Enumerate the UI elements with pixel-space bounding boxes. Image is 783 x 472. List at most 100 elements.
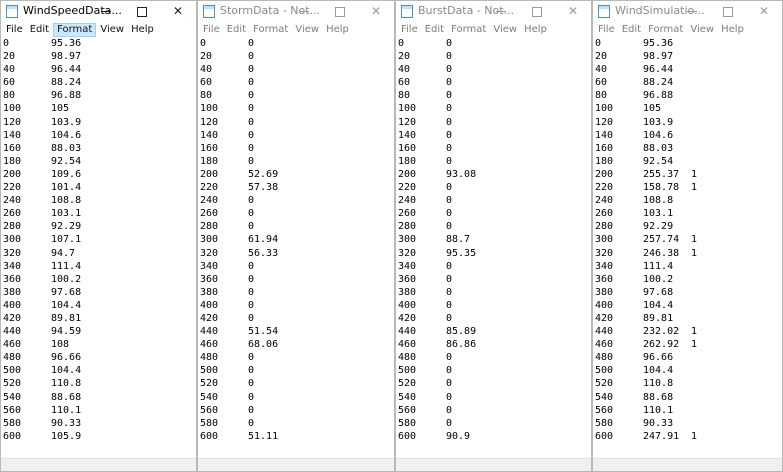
cell-col-3: 1: [691, 326, 698, 338]
cell-col-2: 0: [248, 299, 255, 311]
cell-col-1: 540: [595, 391, 614, 403]
text-area[interactable]: 0 95.36 20 98.97 40 96.44 60 88.24 80 96.88 100 105…: [3, 37, 194, 457]
cell-col-2: 0: [248, 273, 255, 285]
cell-col-2: 95.35: [446, 247, 477, 259]
text-line: 240 0: [200, 194, 392, 207]
menu-help[interactable]: Help: [718, 23, 747, 37]
text-line: 140 0: [200, 129, 392, 142]
cell-col-2: 111.4: [51, 260, 82, 272]
title-bar[interactable]: BurstData - Not... ✕: [396, 1, 591, 22]
text-line: 240 0: [398, 194, 589, 207]
cell-col-1: 40: [200, 64, 213, 76]
text-line: 80 0: [200, 89, 392, 102]
cell-col-2: 0: [446, 90, 453, 102]
close-button[interactable]: ✕: [555, 1, 591, 22]
cell-col-1: 500: [595, 365, 614, 377]
cell-col-2: 108.8: [643, 195, 674, 207]
cell-col-2: 0: [248, 404, 255, 416]
text-line: 420 89.81: [595, 312, 780, 325]
text-area[interactable]: 0 0 20 0 40 0 60 0 80 0 100 0 120 0 140 0 160 0 180 0 200 52.…: [200, 37, 392, 457]
menu-edit[interactable]: Edit: [224, 23, 249, 37]
cell-col-1: 420: [595, 312, 614, 324]
cell-col-1: 300: [398, 234, 417, 246]
cell-col-1: 160: [200, 142, 219, 154]
maximize-button[interactable]: [124, 1, 160, 22]
horizontal-scrollbar[interactable]: [593, 458, 782, 471]
minimize-button[interactable]: [286, 1, 322, 22]
cell-col-1: 480: [3, 352, 22, 364]
menu-format[interactable]: Format: [645, 23, 686, 37]
cell-col-3: 1: [691, 430, 698, 442]
text-line: 400 0: [200, 299, 392, 312]
menu-help[interactable]: Help: [323, 23, 352, 37]
menu-format[interactable]: Format: [250, 23, 291, 37]
cell-col-2: 0: [446, 208, 453, 220]
menu-view[interactable]: View: [687, 23, 717, 37]
menu-file[interactable]: File: [595, 23, 618, 37]
menu-edit[interactable]: Edit: [422, 23, 447, 37]
notepad-window-burstdata[interactable]: BurstData - Not... ✕ File Edit Format Vi…: [395, 0, 592, 472]
cell-col-2: 103.1: [643, 208, 674, 220]
title-bar[interactable]: WindSimulatio... ✕: [593, 1, 782, 22]
text-line: 220 57.38: [200, 181, 392, 194]
menu-file[interactable]: File: [3, 23, 26, 37]
cell-col-2: 0: [446, 142, 453, 154]
text-line: 60 88.24: [3, 76, 194, 89]
text-line: 600 90.9: [398, 430, 589, 443]
notepad-window-stormdata[interactable]: StormData - Not... ✕ File Edit Format Vi…: [197, 0, 395, 472]
text-line: 460 262.92 1: [595, 338, 780, 351]
menu-format[interactable]: Format: [53, 23, 97, 37]
text-area[interactable]: 0 0 20 0 40 0 60 0 80 0 100 0 120 0 140 0 160 0 180 0 200 93.…: [398, 37, 589, 457]
menu-file[interactable]: File: [200, 23, 223, 37]
cell-col-1: 120: [200, 116, 219, 128]
horizontal-scrollbar[interactable]: [1, 458, 196, 471]
minimize-button[interactable]: [674, 1, 710, 22]
cell-col-3: 1: [691, 247, 698, 259]
title-bar[interactable]: WindSpeedData... ✕: [1, 1, 196, 22]
notepad-window-windsimulation[interactable]: WindSimulatio... ✕ File Edit Format View…: [592, 0, 783, 472]
close-button[interactable]: ✕: [160, 1, 196, 22]
cell-col-3: 1: [691, 168, 698, 180]
cell-col-2: 0: [248, 391, 255, 403]
text-area[interactable]: 0 95.36 20 98.97 40 96.44 60 88.24 80 96.88 100 105…: [595, 37, 780, 457]
cell-col-1: 260: [200, 208, 219, 220]
menu-file[interactable]: File: [398, 23, 421, 37]
cell-col-1: 60: [200, 77, 213, 89]
menu-help[interactable]: Help: [128, 23, 157, 37]
cell-col-2: 0: [248, 155, 255, 167]
cell-col-1: 420: [200, 312, 219, 324]
menu-edit[interactable]: Edit: [27, 23, 52, 37]
cell-col-1: 60: [3, 77, 16, 89]
menu-format[interactable]: Format: [448, 23, 489, 37]
cell-col-2: 88.03: [51, 142, 82, 154]
cell-col-1: 340: [398, 260, 417, 272]
cell-col-2: 0: [446, 129, 453, 141]
menu-help[interactable]: Help: [521, 23, 550, 37]
menu-view[interactable]: View: [292, 23, 322, 37]
notepad-window-windspeed[interactable]: WindSpeedData... ✕ File Edit Format View…: [0, 0, 197, 472]
cell-col-2: 56.33: [248, 247, 279, 259]
horizontal-scrollbar[interactable]: [396, 458, 591, 471]
menu-edit[interactable]: Edit: [619, 23, 644, 37]
menu-view[interactable]: View: [97, 23, 127, 37]
maximize-button[interactable]: [519, 1, 555, 22]
close-button[interactable]: ✕: [358, 1, 394, 22]
minimize-icon: [687, 11, 697, 12]
minimize-button[interactable]: [483, 1, 519, 22]
minimize-button[interactable]: [88, 1, 124, 22]
maximize-button[interactable]: [322, 1, 358, 22]
cell-col-2: 88.24: [643, 77, 674, 89]
cell-col-2: 0: [248, 417, 255, 429]
title-bar[interactable]: StormData - Not... ✕: [198, 1, 394, 22]
menu-view[interactable]: View: [490, 23, 520, 37]
cell-col-1: 0: [200, 38, 207, 49]
maximize-button[interactable]: [710, 1, 746, 22]
text-line: 100 105: [595, 102, 780, 115]
text-line: 420 0: [398, 312, 589, 325]
close-button[interactable]: ✕: [746, 1, 782, 22]
cell-col-1: 500: [3, 365, 22, 377]
cell-col-2: 110.8: [643, 378, 674, 390]
horizontal-scrollbar[interactable]: [198, 458, 394, 471]
cell-col-1: 440: [398, 326, 417, 338]
text-line: 420 0: [200, 312, 392, 325]
